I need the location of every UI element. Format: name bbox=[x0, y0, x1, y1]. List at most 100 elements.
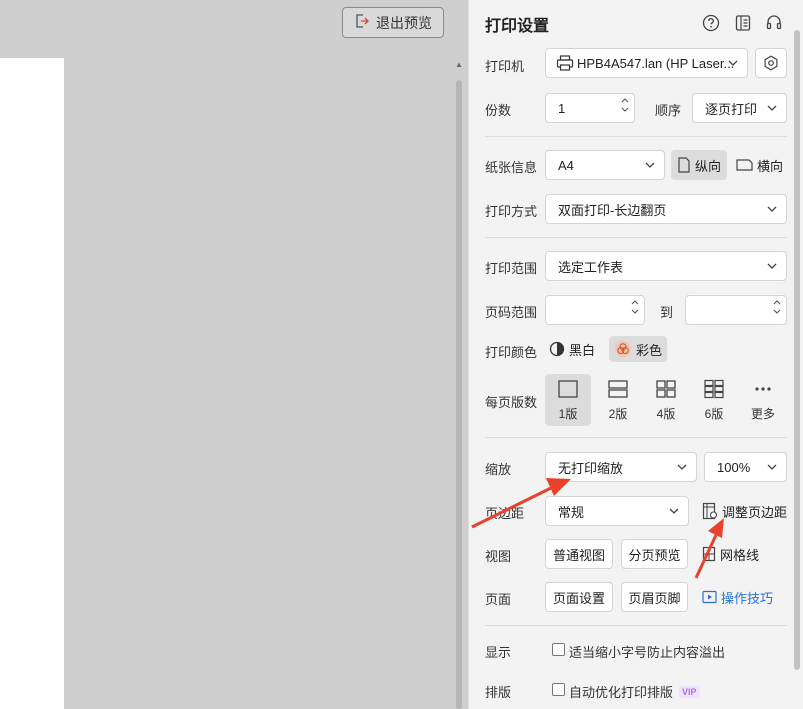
color-label: 彩色 bbox=[636, 342, 663, 358]
stepper-arrows[interactable] bbox=[773, 299, 781, 315]
scale-label: 缩放 bbox=[485, 462, 512, 477]
layout-option-more[interactable]: 更多 bbox=[740, 374, 786, 426]
divider bbox=[485, 437, 787, 438]
scale-select[interactable]: 无打印缩放 bbox=[545, 452, 697, 482]
printer-label: 打印机 bbox=[485, 59, 525, 74]
printer-properties-button[interactable] bbox=[755, 48, 787, 78]
page-range-label: 页码范围 bbox=[485, 305, 538, 320]
stepper-arrows[interactable] bbox=[631, 299, 639, 315]
margin-value: 常规 bbox=[558, 504, 585, 520]
preview-scrollbar[interactable]: ▲ bbox=[455, 58, 463, 709]
copies-value: 1 bbox=[558, 100, 566, 116]
exit-preview-button[interactable]: 退出预览 bbox=[342, 7, 444, 38]
layout-option-2[interactable]: 2版 bbox=[595, 374, 641, 426]
scroll-up-icon[interactable]: ▲ bbox=[455, 60, 463, 69]
print-method-value: 双面打印-长边翻页 bbox=[558, 202, 667, 218]
exit-icon bbox=[354, 13, 370, 32]
four-up-icon bbox=[655, 379, 677, 399]
two-up-icon bbox=[607, 379, 629, 399]
layout-option-label: 更多 bbox=[750, 406, 775, 421]
order-label: 顺序 bbox=[655, 103, 682, 118]
panel-scrollbar[interactable] bbox=[794, 30, 800, 670]
page-from-input[interactable] bbox=[545, 295, 645, 325]
print-method-select[interactable]: 双面打印-长边翻页 bbox=[545, 194, 787, 224]
divider bbox=[485, 625, 787, 626]
header-footer-label: 页眉页脚 bbox=[628, 590, 681, 606]
divider bbox=[485, 136, 787, 137]
layout-option-1[interactable]: 1版 bbox=[545, 374, 591, 426]
page-to-label: 到 bbox=[660, 305, 674, 320]
scroll-thumb[interactable] bbox=[456, 80, 462, 709]
gridlines-label: 网格线 bbox=[720, 547, 760, 563]
gridlines-toggle[interactable]: 网格线 bbox=[702, 539, 759, 569]
layout-option-label: 2版 bbox=[608, 406, 628, 421]
page-setup-button[interactable]: 页面设置 bbox=[545, 582, 613, 612]
printer-select[interactable]: HPB4A547.lan (HP Laser... bbox=[545, 48, 748, 78]
chevron-down-icon bbox=[766, 260, 778, 275]
panel-title: 打印设置 bbox=[485, 18, 550, 35]
page-label: 页面 bbox=[485, 592, 512, 607]
layout-option-6[interactable]: 6版 bbox=[691, 374, 737, 426]
display-label: 显示 bbox=[485, 645, 512, 660]
headset-icon[interactable] bbox=[764, 13, 784, 33]
print-range-select[interactable]: 选定工作表 bbox=[545, 251, 787, 281]
six-up-icon bbox=[703, 379, 725, 399]
chevron-down-icon bbox=[676, 461, 688, 476]
portrait-option[interactable]: 纵向 bbox=[671, 150, 728, 180]
portrait-label: 纵向 bbox=[695, 158, 722, 174]
help-icon[interactable] bbox=[701, 13, 721, 33]
gridlines-icon bbox=[702, 546, 716, 562]
landscape-option[interactable]: 横向 bbox=[736, 150, 783, 180]
tips-link[interactable]: 操作技巧 bbox=[702, 582, 773, 612]
header-footer-button[interactable]: 页眉页脚 bbox=[621, 582, 688, 612]
order-value: 逐页打印 bbox=[705, 101, 758, 117]
shrink-font-label: 适当缩小字号防止内容溢出 bbox=[569, 645, 726, 660]
copies-stepper[interactable]: 1 bbox=[545, 93, 635, 123]
bw-option[interactable]: 黑白 bbox=[549, 336, 595, 362]
layout-option-label: 4版 bbox=[656, 406, 676, 421]
color-option[interactable]: 彩色 bbox=[609, 336, 668, 362]
scale-value: 无打印缩放 bbox=[558, 460, 624, 476]
auto-optimize-label: 自动优化打印排版 bbox=[569, 685, 674, 700]
page-to-input[interactable] bbox=[685, 295, 787, 325]
scale-percent-select[interactable]: 100% bbox=[704, 452, 787, 482]
auto-optimize-option: 自动优化打印排版 VIP bbox=[569, 682, 700, 701]
stepper-arrows[interactable] bbox=[621, 97, 629, 113]
vip-badge: VIP bbox=[679, 685, 700, 698]
layout-option-4[interactable]: 4版 bbox=[643, 374, 689, 426]
print-range-label: 打印范围 bbox=[485, 261, 538, 276]
chevron-down-icon bbox=[766, 203, 778, 218]
chevron-down-icon bbox=[727, 57, 739, 72]
more-icon bbox=[752, 379, 774, 399]
chevron-down-icon bbox=[766, 461, 778, 476]
tips-label: 操作技巧 bbox=[721, 590, 774, 606]
adjust-margin-label: 调整页边距 bbox=[722, 504, 788, 520]
adjust-margin-button[interactable]: 调整页边距 bbox=[702, 496, 787, 526]
scale-percent-value: 100% bbox=[717, 459, 751, 475]
adjust-margin-icon bbox=[702, 502, 718, 520]
auto-optimize-checkbox[interactable] bbox=[552, 683, 565, 696]
layout-option-label: 1版 bbox=[558, 406, 578, 421]
print-method-label: 打印方式 bbox=[485, 204, 538, 219]
paper-label: 纸张信息 bbox=[485, 160, 538, 175]
print-range-value: 选定工作表 bbox=[558, 259, 624, 275]
print-preview-area: 退出预览 ▲ bbox=[0, 0, 468, 709]
page-break-preview-button[interactable]: 分页预览 bbox=[621, 539, 688, 569]
print-color-label: 打印颜色 bbox=[485, 345, 538, 360]
bw-label: 黑白 bbox=[569, 342, 596, 358]
layout-option-label: 6版 bbox=[704, 406, 724, 421]
margin-label: 页边距 bbox=[485, 506, 525, 521]
order-select[interactable]: 逐页打印 bbox=[692, 93, 787, 123]
color-palette-icon bbox=[614, 340, 632, 358]
contrast-icon bbox=[549, 341, 565, 357]
chevron-down-icon bbox=[766, 102, 778, 117]
paper-size-select[interactable]: A4 bbox=[545, 150, 665, 180]
typeset-label: 排版 bbox=[485, 685, 512, 700]
normal-view-button[interactable]: 普通视图 bbox=[545, 539, 613, 569]
paper-size-value: A4 bbox=[558, 157, 574, 173]
margin-select[interactable]: 常规 bbox=[545, 496, 689, 526]
shrink-font-checkbox[interactable] bbox=[552, 643, 565, 656]
normal-view-label: 普通视图 bbox=[552, 547, 605, 563]
layout-panel-icon[interactable] bbox=[733, 13, 753, 33]
copies-label: 份数 bbox=[485, 103, 512, 118]
